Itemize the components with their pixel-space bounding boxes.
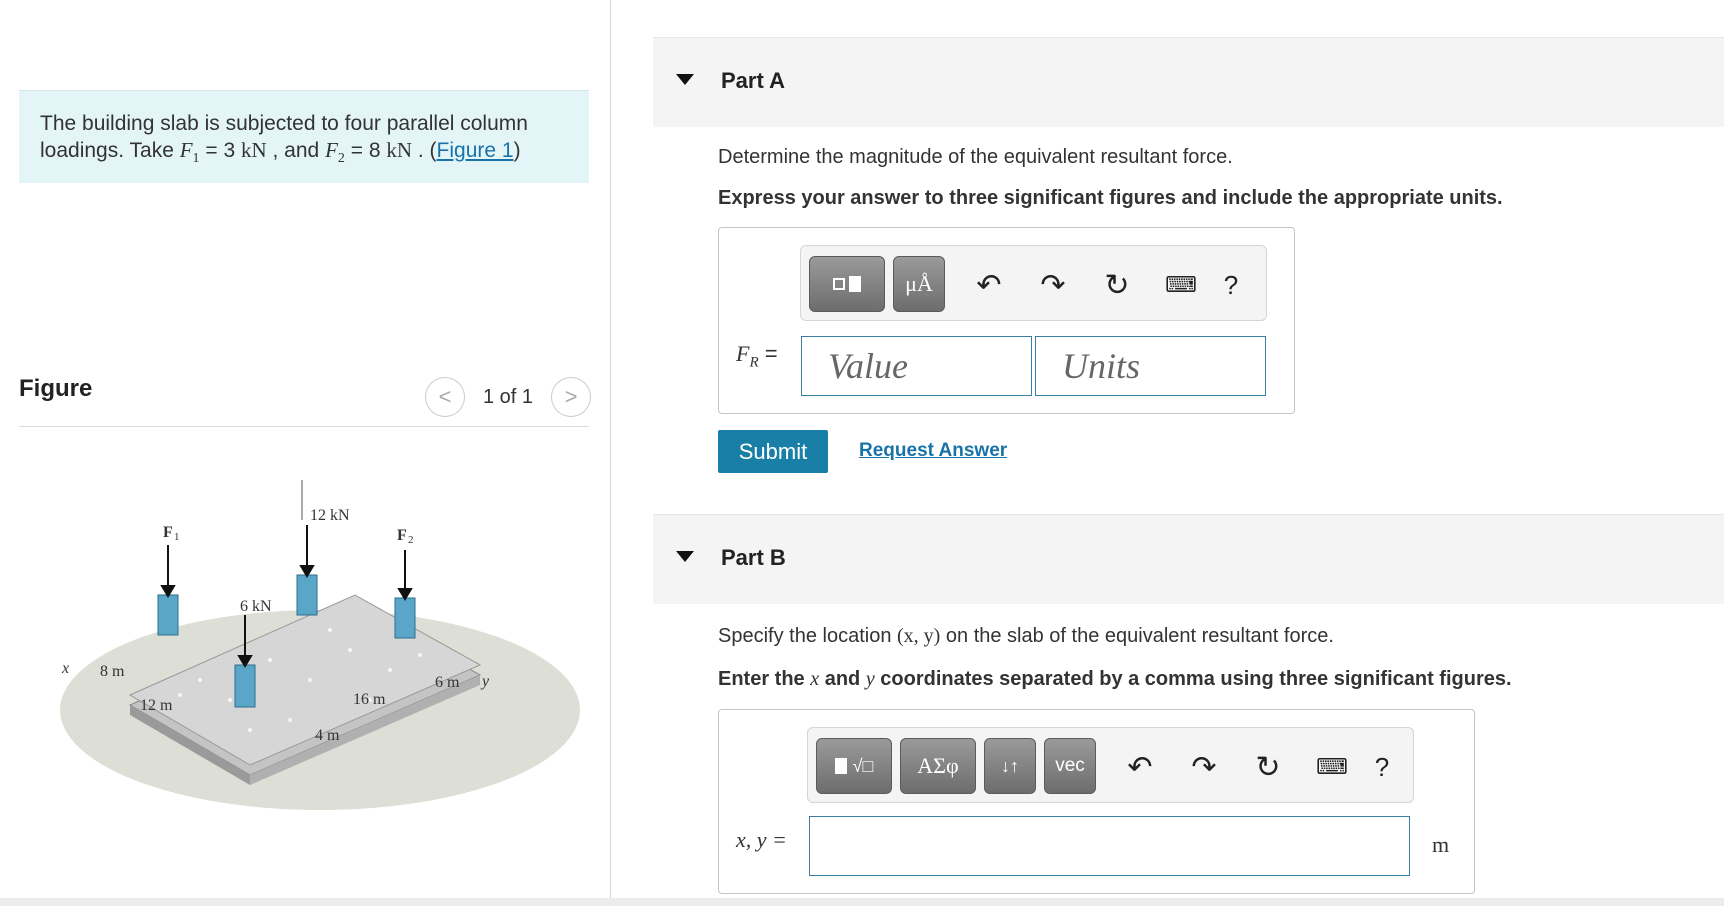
arrows-button[interactable]: ↓↑ [984, 738, 1036, 794]
units-button[interactable]: μÅ [893, 256, 945, 312]
load-6kn-label: 6 kN [240, 598, 272, 615]
slab-figure: z 12 kN F 1 F 2 6 kN x 8 m 12 m 16 m 6 m… [60, 480, 580, 810]
figure-link[interactable]: Figure 1 [437, 139, 514, 162]
load-12kn-label: 12 kN [310, 507, 350, 524]
part-b-instruction: Enter the x and y coordinates separated … [718, 668, 1512, 691]
f1-label: F [163, 524, 173, 541]
reset-icon[interactable]: ↻ [1248, 748, 1288, 786]
part-a-toolbar: μÅ ↶ ↷ ↻ ⌨ ? [800, 245, 1267, 321]
f1-unit: kN [241, 138, 267, 162]
templates-button[interactable] [809, 256, 885, 312]
figure-page-count: 1 of 1 [483, 385, 534, 408]
request-answer-link[interactable]: Request Answer [859, 440, 1007, 462]
part-a-instruction: Express your answer to three significant… [718, 187, 1503, 209]
figure-title: Figure [19, 375, 93, 402]
redo-icon[interactable]: ↷ [1033, 266, 1073, 304]
f2-equals: = 8 [344, 139, 387, 162]
f1-label-sub: 1 [174, 531, 180, 543]
f2-subscript: 2 [337, 151, 345, 167]
f2-symbol: F [325, 138, 338, 162]
x-axis-label: x [61, 660, 69, 677]
submit-button[interactable]: Submit [718, 430, 828, 473]
f2-label: F [397, 527, 407, 544]
help-icon[interactable]: ? [1211, 266, 1251, 304]
part-b-question-end: on the slab of the equivalent resultant … [940, 625, 1334, 647]
fr-equals: = [758, 341, 778, 366]
greek-button[interactable]: ΑΣφ [900, 738, 976, 794]
xy-input[interactable] [809, 816, 1410, 876]
f2-unit: kN [386, 138, 413, 162]
dim-12m-label: 12 m [140, 697, 173, 714]
undo-icon[interactable]: ↶ [1120, 748, 1160, 786]
pane-divider [610, 0, 611, 900]
fr-label: FR = [736, 341, 778, 371]
part-b-instruction-3: coordinates separated by a comma using t… [874, 668, 1512, 690]
part-a-header[interactable]: Part A [653, 37, 1724, 127]
part-b-title: Part B [721, 545, 786, 570]
value-input[interactable]: Value [801, 336, 1032, 396]
part-b-answer-box: √□ ΑΣφ ↓↑ vec ↶ ↷ ↻ ⌨ ? x, y = m [718, 709, 1475, 894]
xy-label: x, y = [736, 827, 787, 852]
part-b-question: Specify the location (x, y) on the slab … [718, 625, 1334, 648]
dim-4m-label: 4 m [315, 727, 340, 744]
bottom-bar [0, 898, 1724, 906]
figure-divider [19, 426, 589, 427]
part-a-question: Determine the magnitude of the equivalen… [718, 146, 1233, 168]
templates-button[interactable]: √□ [816, 738, 892, 794]
problem-pane: The building slab is subjected to four p… [0, 0, 611, 906]
problem-close: ) [513, 139, 521, 162]
help-icon[interactable]: ? [1362, 748, 1402, 786]
template-box-icon [833, 278, 845, 290]
part-b-question-text: Specify the location [718, 625, 897, 647]
keyboard-icon[interactable]: ⌨ [1312, 748, 1352, 786]
dim-6m-label: 6 m [435, 674, 460, 691]
keyboard-icon[interactable]: ⌨ [1161, 266, 1201, 304]
problem-end: . ( [412, 139, 437, 162]
f2-label-sub: 2 [408, 534, 414, 546]
answer-pane: Part A Determine the magnitude of the eq… [653, 0, 1724, 906]
units-input[interactable]: Units [1035, 336, 1266, 396]
template-fill-icon [834, 758, 847, 774]
vector-button[interactable]: vec [1044, 738, 1096, 794]
part-b-instruction-2: and [819, 668, 866, 690]
x-symbol: x [810, 668, 820, 690]
y-symbol: y [865, 668, 875, 690]
part-b-header[interactable]: Part B [653, 514, 1724, 604]
redo-icon[interactable]: ↷ [1184, 748, 1224, 786]
undo-icon[interactable]: ↶ [969, 266, 1009, 304]
part-a-answer-box: μÅ ↶ ↷ ↻ ⌨ ? FR = Value Units [718, 227, 1295, 414]
unit-label: m [1432, 832, 1450, 857]
problem-and: , and [266, 139, 326, 162]
template-fill-icon [849, 276, 861, 292]
f1-equals: = 3 [199, 139, 241, 162]
next-figure-button[interactable]: > [551, 377, 592, 417]
fr-symbol: F [736, 341, 750, 366]
reset-icon[interactable]: ↻ [1097, 266, 1137, 304]
part-b-toolbar: √□ ΑΣφ ↓↑ vec ↶ ↷ ↻ ⌨ ? [807, 727, 1414, 803]
part-b-instruction-1: Enter the [718, 668, 811, 690]
y-axis-label: y [480, 673, 490, 690]
collapse-triangle-icon[interactable] [676, 74, 694, 85]
problem-statement: The building slab is subjected to four p… [19, 90, 589, 183]
f1-symbol: F [179, 138, 193, 162]
figure-pager: < 1 of 1 > [425, 377, 592, 417]
fr-subscript: R [749, 354, 759, 371]
collapse-triangle-icon[interactable] [676, 551, 694, 562]
part-a-title: Part A [721, 68, 785, 93]
dim-16m-label: 16 m [353, 691, 386, 708]
prev-figure-button[interactable]: < [425, 377, 465, 417]
xy-math: (x, y) [897, 625, 941, 647]
dim-8m-label: 8 m [100, 663, 125, 680]
f1-subscript: 1 [192, 151, 200, 167]
sqrt-icon: √□ [852, 755, 874, 776]
